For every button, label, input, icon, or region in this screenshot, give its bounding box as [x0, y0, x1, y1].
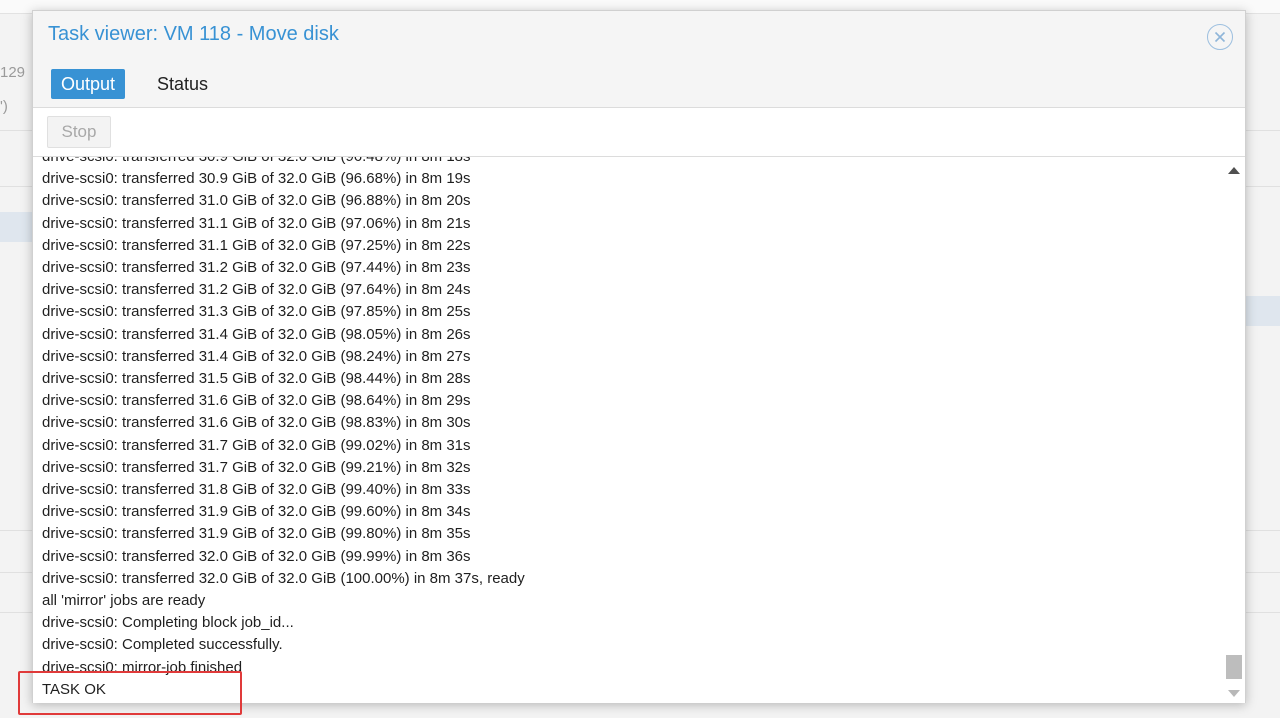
log-line: drive-scsi0: mirror-job finished — [42, 658, 243, 676]
window-title: Task viewer: VM 118 - Move disk — [48, 23, 339, 45]
scroll-down-icon[interactable] — [1228, 690, 1240, 697]
log-line: drive-scsi0: transferred 30.9 GiB of 32.… — [42, 170, 471, 188]
log-line: drive-scsi0: transferred 31.6 GiB of 32.… — [42, 414, 471, 432]
task-status-line: TASK OK — [42, 680, 106, 698]
log-line: drive-scsi0: transferred 31.0 GiB of 32.… — [42, 192, 471, 210]
log-line: drive-scsi0: transferred 31.2 GiB of 32.… — [42, 259, 471, 277]
log-line: drive-scsi0: transferred 31.4 GiB of 32.… — [42, 325, 471, 343]
task-log-panel[interactable]: drive-scsi0: transferred 30.9 GiB of 32.… — [33, 157, 1245, 703]
log-line: drive-scsi0: transferred 31.7 GiB of 32.… — [42, 458, 471, 476]
log-line: drive-scsi0: transferred 31.8 GiB of 32.… — [42, 481, 471, 499]
log-line: drive-scsi0: transferred 31.7 GiB of 32.… — [42, 436, 471, 454]
tab-bar: Output Status — [33, 67, 1245, 107]
log-line: drive-scsi0: transferred 31.9 GiB of 32.… — [42, 525, 471, 543]
background-selected-row — [1246, 296, 1280, 326]
close-icon — [1214, 31, 1226, 43]
log-line: drive-scsi0: transferred 30.9 GiB of 32.… — [42, 157, 525, 168]
log-line: drive-scsi0: transferred 31.2 GiB of 32.… — [42, 281, 471, 299]
scroll-up-icon[interactable] — [1228, 167, 1240, 174]
log-line: drive-scsi0: transferred 31.3 GiB of 32.… — [42, 303, 471, 321]
log-line: drive-scsi0: transferred 31.1 GiB of 32.… — [42, 214, 471, 232]
tab-status[interactable]: Status — [147, 69, 218, 99]
log-line: drive-scsi0: transferred 32.0 GiB of 32.… — [42, 569, 525, 587]
log-line: drive-scsi0: transferred 32.0 GiB of 32.… — [42, 547, 471, 565]
background-text: 129 — [0, 64, 26, 81]
log-line: drive-scsi0: transferred 31.9 GiB of 32.… — [42, 503, 471, 521]
log-line: drive-scsi0: Completed successfully. — [42, 636, 283, 654]
stop-button[interactable]: Stop — [47, 116, 111, 148]
log-output: drive-scsi0: transferred 30.9 GiB of 32.… — [42, 157, 525, 701]
log-line: drive-scsi0: transferred 31.5 GiB of 32.… — [42, 370, 471, 388]
window-header: Task viewer: VM 118 - Move disk — [33, 11, 1245, 63]
log-scrollbar[interactable] — [1223, 157, 1245, 703]
close-button[interactable] — [1207, 24, 1233, 50]
scroll-thumb[interactable] — [1226, 655, 1242, 679]
log-line: drive-scsi0: transferred 31.1 GiB of 32.… — [42, 236, 471, 254]
log-line: drive-scsi0: transferred 31.6 GiB of 32.… — [42, 392, 471, 410]
log-line: drive-scsi0: transferred 31.4 GiB of 32.… — [42, 347, 471, 365]
task-viewer-window: Task viewer: VM 118 - Move disk Output S… — [32, 10, 1246, 703]
background-text: ') — [0, 98, 8, 115]
log-line: all 'mirror' jobs are ready — [42, 592, 206, 610]
log-line: drive-scsi0: Completing block job_id... — [42, 614, 294, 632]
tab-output[interactable]: Output — [51, 69, 126, 99]
toolbar: Stop — [33, 107, 1245, 157]
background-selected-row — [0, 212, 32, 242]
